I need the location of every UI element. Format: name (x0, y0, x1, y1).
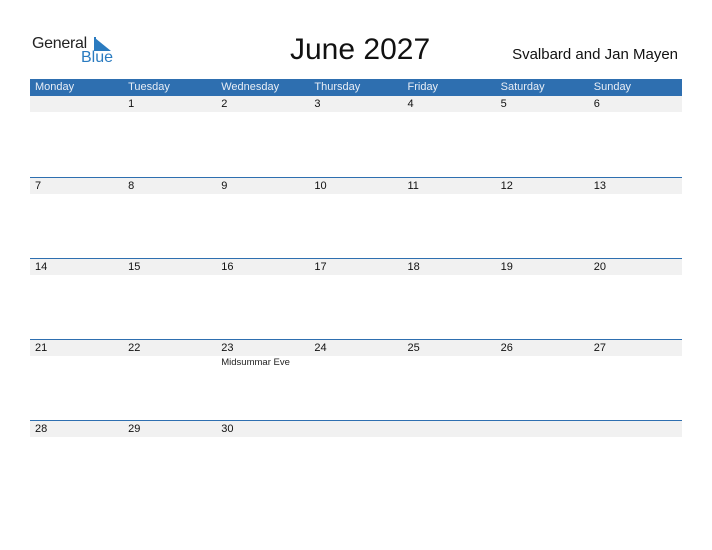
weekday-sunday: Sunday (593, 81, 632, 93)
day-number: 20 (593, 261, 606, 273)
day-number: 23 (221, 342, 234, 354)
day-number: 6 (593, 98, 600, 110)
day-number: 17 (314, 261, 327, 273)
day-number (309, 421, 402, 437)
day-number: 16 (221, 261, 234, 273)
day-number (403, 421, 496, 437)
weekday-tuesday: Tuesday (128, 81, 170, 93)
day-number: 13 (593, 180, 606, 192)
day-number: 14 (35, 261, 48, 273)
calendar: Monday Tuesday Wednesday Thursday Friday… (30, 79, 682, 501)
day-event (403, 356, 496, 369)
events-row: Midsummar Eve (30, 356, 682, 369)
day-number: 24 (314, 342, 327, 354)
page-title: June 2027 (290, 33, 431, 66)
weekday-saturday: Saturday (500, 81, 545, 93)
day-number: 29 (128, 423, 141, 435)
day-number: 30 (221, 423, 234, 435)
week-row: 7 8 9 10 11 12 13 (30, 177, 682, 258)
country-name: Svalbard and Jan Mayen (512, 46, 678, 63)
day-number: 2 (221, 98, 228, 110)
date-band: 1 2 3 4 5 6 (30, 96, 682, 112)
weekday-thursday: Thursday (314, 81, 361, 93)
day-number: 5 (500, 98, 507, 110)
day-number: 11 (407, 180, 419, 192)
day-number: 8 (128, 180, 135, 192)
date-band: 7 8 9 10 11 12 13 (30, 178, 682, 194)
day-number (589, 421, 682, 437)
day-number: 15 (128, 261, 141, 273)
day-event (496, 356, 589, 369)
day-number: 22 (128, 342, 141, 354)
day-number: 10 (314, 180, 327, 192)
day-number: 26 (500, 342, 513, 354)
logo-general: General (32, 35, 87, 52)
weekday-wednesday: Wednesday (221, 81, 280, 93)
day-number: 27 (593, 342, 606, 354)
day-number (30, 96, 123, 112)
logo-blue: Blue (81, 49, 114, 66)
day-number: 25 (407, 342, 420, 354)
day-event (309, 356, 402, 369)
weekday-header: Monday Tuesday Wednesday Thursday Friday… (30, 79, 682, 96)
day-number: 9 (221, 180, 228, 192)
day-event (589, 356, 682, 369)
day-event (123, 356, 216, 369)
day-number: 1 (128, 98, 135, 110)
date-band: 28 29 30 (30, 421, 682, 437)
logo: General Blue (32, 35, 122, 69)
week-row: 28 29 30 (30, 420, 682, 501)
day-number: 7 (35, 180, 42, 192)
day-number: 3 (314, 98, 321, 110)
day-number: 12 (500, 180, 513, 192)
day-event (30, 356, 123, 369)
week-row: 14 15 16 17 18 19 20 (30, 258, 682, 339)
weekday-friday: Friday (407, 81, 439, 93)
day-number: 4 (407, 98, 414, 110)
date-band: 21 22 23 24 25 26 27 (30, 340, 682, 356)
weekday-monday: Monday (35, 81, 75, 93)
week-row: 1 2 3 4 5 6 (30, 96, 682, 177)
day-number: 21 (35, 342, 48, 354)
day-number: 18 (407, 261, 420, 273)
week-row: 21 22 23 24 25 26 27 Midsummar Eve (30, 339, 682, 420)
day-number: 28 (35, 423, 48, 435)
day-number: 19 (500, 261, 513, 273)
day-number (496, 421, 589, 437)
day-event: Midsummar Eve (221, 357, 290, 368)
date-band: 14 15 16 17 18 19 20 (30, 259, 682, 275)
